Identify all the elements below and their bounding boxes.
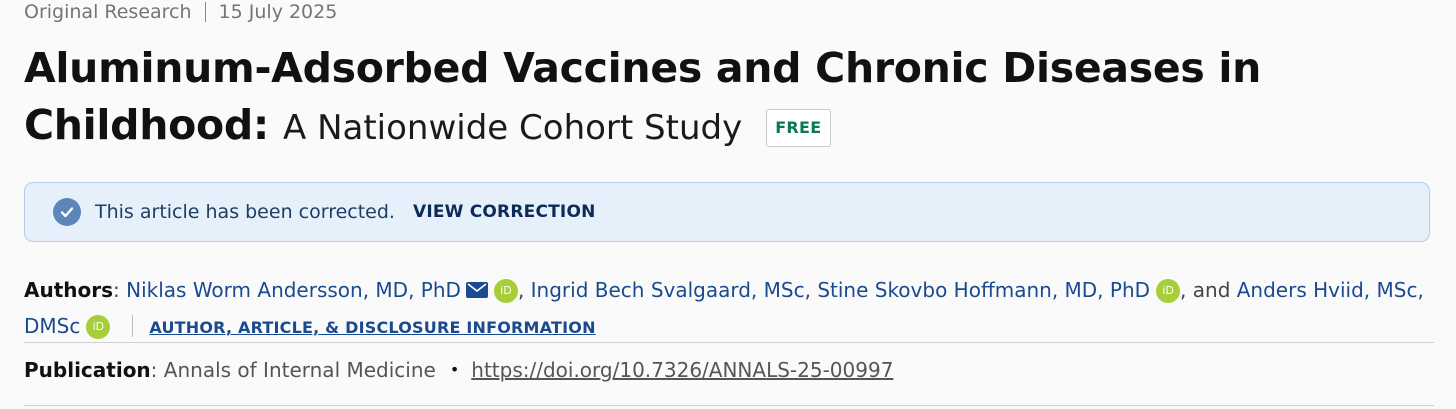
title-subtitle: A Nationwide Cohort Study bbox=[283, 108, 743, 148]
divider bbox=[24, 342, 1434, 343]
meta-separator bbox=[204, 2, 206, 22]
author-link[interactable]: Niklas Worm Andersson, MD, PhD bbox=[126, 278, 461, 302]
journal-name: Annals of Internal Medicine bbox=[163, 358, 436, 382]
publication-label: Publication bbox=[24, 358, 151, 382]
article-title: Aluminum-Adsorbed Vaccines and Chronic D… bbox=[24, 40, 1424, 157]
view-correction-link[interactable]: VIEW CORRECTION bbox=[413, 202, 596, 222]
correction-notice: This article has been corrected. VIEW CO… bbox=[24, 182, 1430, 242]
info-separator bbox=[132, 315, 134, 337]
author-link[interactable]: Ingrid Bech Svalgaard, MSc bbox=[531, 278, 805, 302]
author-info-link[interactable]: AUTHOR, ARTICLE, & DISCLOSURE INFORMATIO… bbox=[149, 318, 595, 337]
doi-link[interactable]: https://doi.org/10.7326/ANNALS-25-00997 bbox=[471, 358, 893, 382]
publication-date: 15 July 2025 bbox=[218, 1, 338, 23]
publication-line: Publication: Annals of Internal Medicine… bbox=[24, 358, 893, 382]
article-meta: Original Research 15 July 2025 bbox=[24, 0, 337, 26]
author-and: , and bbox=[1180, 278, 1237, 302]
divider bbox=[24, 405, 1434, 406]
author-separator: , bbox=[517, 278, 531, 302]
authors-label: Authors bbox=[24, 278, 114, 302]
free-badge: FREE bbox=[766, 109, 831, 147]
publication-colon: : bbox=[150, 358, 164, 382]
author-link[interactable]: Stine Skovbo Hoffmann, MD, PhD bbox=[817, 278, 1150, 302]
author-separator: , bbox=[804, 278, 818, 302]
article-type: Original Research bbox=[24, 1, 192, 23]
bullet-separator: • bbox=[449, 360, 460, 379]
check-circle-icon bbox=[53, 198, 81, 226]
orcid-icon[interactable]: iD bbox=[1156, 279, 1181, 303]
authors-section: Authors: Niklas Worm Andersson, MD, PhD i… bbox=[24, 272, 1424, 346]
orcid-icon[interactable]: iD bbox=[493, 279, 518, 303]
email-icon[interactable] bbox=[465, 282, 488, 298]
orcid-icon[interactable]: iD bbox=[86, 315, 111, 339]
authors-colon: : bbox=[113, 278, 127, 302]
correction-text: This article has been corrected. bbox=[95, 201, 395, 223]
